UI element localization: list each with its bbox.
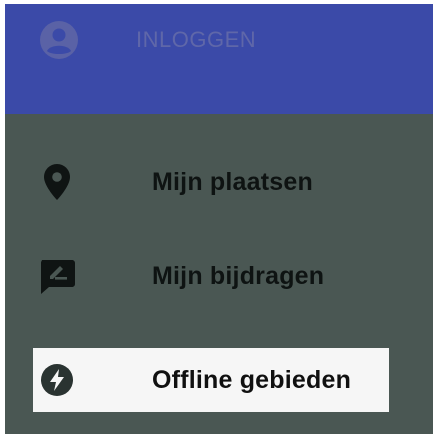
menu-item-my-contributions[interactable]: Mijn bijdragen	[5, 244, 433, 308]
account-circle-icon	[39, 20, 79, 60]
place-pin-icon	[37, 162, 77, 202]
navigation-drawer: INLOGGEN Mijn plaatsen Mijn bijdragen Of…	[5, 4, 438, 434]
menu-item-my-places[interactable]: Mijn plaatsen	[5, 150, 433, 214]
menu-item-offline-areas[interactable]: Offline gebieden	[33, 348, 389, 412]
rate-review-icon	[37, 256, 77, 296]
menu-item-label: Mijn bijdragen	[152, 261, 325, 290]
menu-item-label: Mijn plaatsen	[152, 167, 313, 196]
drawer-header: INLOGGEN	[5, 4, 433, 114]
login-row[interactable]: INLOGGEN	[39, 18, 256, 62]
offline-bolt-icon	[37, 360, 77, 400]
login-label[interactable]: INLOGGEN	[136, 27, 256, 53]
menu-item-label: Offline gebieden	[152, 365, 352, 394]
